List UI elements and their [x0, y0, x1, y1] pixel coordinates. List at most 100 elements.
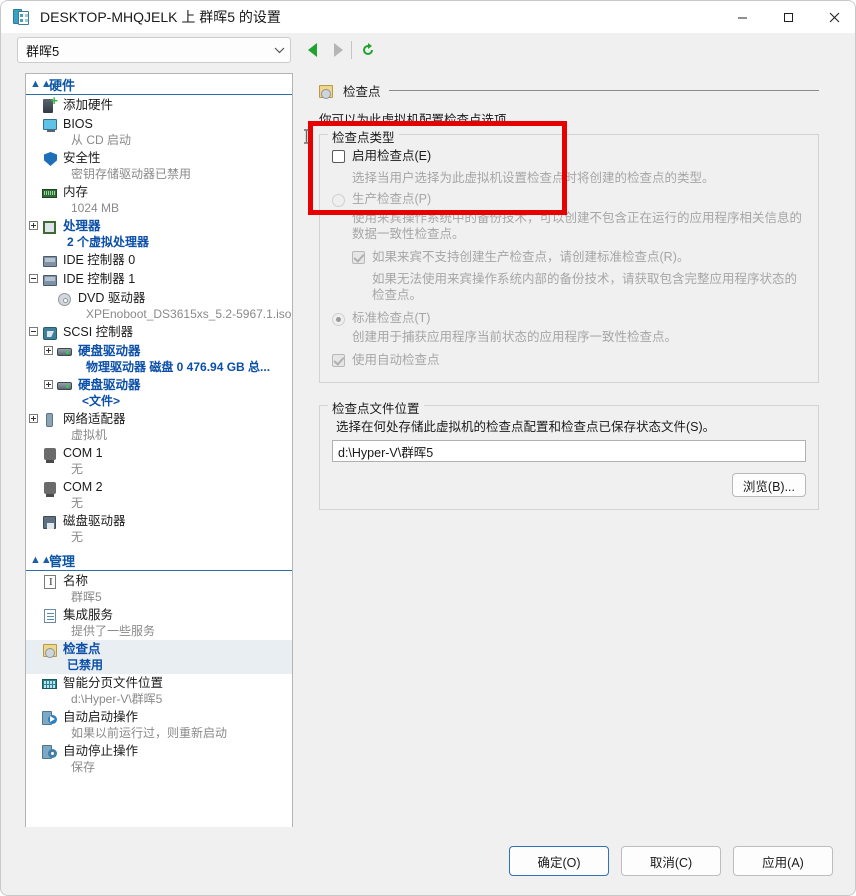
tree-item-dvd-drive[interactable]: DVD 驱动器 XPEnoboot_DS3615xs_5.2-5967.1.is… [26, 289, 292, 323]
ide-controller-icon [41, 253, 59, 269]
tree-item-floppy-drive[interactable]: 磁盘驱动器 无 [26, 512, 292, 546]
toolbar-separator [351, 41, 352, 59]
settings-tree[interactable]: ▲▲ 硬件 添加硬件 BIOS 从 CD 启动 安全性 密钥存储驱动器已禁用 [25, 73, 293, 829]
bios-icon [41, 117, 59, 133]
tree-item-automatic-stop-action[interactable]: 自动停止操作 保存 [26, 742, 292, 776]
tree-item-sublabel: 提供了一些服务 [71, 624, 156, 638]
standard-checkpoint-row[interactable]: 标准检查点(T) [332, 311, 806, 326]
production-checkpoint-radio[interactable] [332, 194, 345, 207]
tree-item-name[interactable]: 名称 群晖5 [26, 572, 292, 606]
expander-plus-icon[interactable] [41, 377, 56, 389]
expander-plus-icon[interactable] [41, 343, 56, 355]
window-controls [719, 1, 855, 33]
expander-plus-icon[interactable] [26, 218, 41, 230]
close-button[interactable] [811, 1, 855, 33]
expander-minus-icon[interactable] [26, 271, 41, 283]
production-checkpoint-description: 使用来宾操作系统中的备份技术，可以创建不包含正在运行的应用程序相关信息的数据一致… [352, 211, 803, 241]
tree-item-label: 添加硬件 [63, 98, 114, 112]
vm-selector-value: 群晖5 [26, 43, 60, 59]
enable-checkpoints-row[interactable]: 启用检查点(E) [332, 149, 806, 164]
fallback-standard-row[interactable]: 如果来宾不支持创建生产检查点，请创建标准检查点(R)。 [352, 250, 806, 265]
tree-group-label: 硬件 [49, 77, 76, 93]
standard-checkpoint-radio[interactable] [332, 313, 345, 326]
enable-checkpoints-checkbox[interactable] [332, 150, 345, 163]
ide-controller-icon [41, 272, 59, 288]
tree-item-label: 检查点 [63, 642, 101, 656]
expander-minus-icon[interactable] [26, 324, 41, 336]
tree-item-ide-controller-0[interactable]: IDE 控制器 0 [26, 251, 292, 270]
apply-button[interactable]: 应用(A) [733, 846, 833, 876]
processor-icon [41, 219, 59, 235]
page-description: 你可以为此虚拟机配置检查点选项。 [319, 113, 520, 127]
tree-item-processor[interactable]: 处理器 2 个虚拟处理器 [26, 217, 292, 251]
browse-button[interactable]: 浏览(B)... [731, 473, 806, 497]
tree-item-ide-controller-1[interactable]: IDE 控制器 1 [26, 270, 292, 289]
com-port-icon [41, 480, 59, 497]
tree-content: ▲▲ 硬件 添加硬件 BIOS 从 CD 启动 安全性 密钥存储驱动器已禁用 [26, 74, 292, 776]
tree-item-sublabel: 无 [71, 530, 84, 544]
refresh-button[interactable] [357, 39, 379, 61]
back-arrow-icon [307, 43, 317, 57]
standard-checkpoint-label: 标准检查点(T) [352, 311, 431, 325]
dvd-drive-icon [56, 291, 74, 307]
tree-item-com-2[interactable]: COM 2 无 [26, 478, 292, 512]
tree-item-label: 智能分页文件位置 [63, 676, 164, 690]
tree-item-sublabel: 从 CD 启动 [71, 133, 132, 147]
fallback-standard-checkbox[interactable] [352, 251, 365, 264]
tree-item-add-hardware[interactable]: 添加硬件 [26, 96, 292, 115]
memory-icon [41, 185, 59, 201]
name-icon [41, 574, 59, 590]
maximize-button[interactable] [765, 1, 811, 33]
tree-item-sublabel: 已禁用 [67, 658, 104, 672]
expander-plus-icon[interactable] [26, 411, 41, 423]
checkpoints-icon [317, 83, 335, 99]
scsi-controller-icon [41, 325, 59, 341]
tree-group-hardware[interactable]: ▲▲ 硬件 [26, 74, 292, 95]
tree-item-com-1[interactable]: COM 1 无 [26, 444, 292, 478]
ok-button[interactable]: 确定(O) [509, 846, 609, 876]
security-shield-icon [41, 151, 59, 167]
auto-start-icon [41, 710, 59, 726]
section-header: 检查点 [317, 81, 819, 100]
tree-group-management[interactable]: ▲▲ 管理 [26, 550, 292, 571]
vm-settings-icon [13, 8, 31, 26]
tree-item-label: SCSI 控制器 [63, 325, 134, 339]
tree-item-hard-drive-physical[interactable]: 硬盘驱动器 物理驱动器 磁盘 0 476.94 GB 总... [26, 342, 292, 376]
back-button[interactable] [301, 39, 323, 61]
tree-item-label: BIOS [63, 117, 93, 131]
checkpoint-path-input[interactable]: d:\Hyper-V\群晖5 [332, 440, 806, 462]
use-automatic-checkpoints-checkbox[interactable] [332, 354, 345, 367]
standard-checkpoint-description: 创建用于捕获应用程序当前状态的应用程序一致性检查点。 [352, 330, 678, 344]
tree-item-automatic-start-action[interactable]: 自动启动操作 如果以前运行过，则重新启动 [26, 708, 292, 742]
header-divider [388, 90, 819, 91]
use-automatic-checkpoints-row[interactable]: 使用自动检查点 [332, 353, 806, 368]
tree-item-checkpoints[interactable]: 检查点 已禁用 [26, 640, 292, 674]
tree-item-label: IDE 控制器 0 [63, 253, 136, 267]
forward-button[interactable] [327, 39, 349, 61]
tree-item-smart-paging[interactable]: 智能分页文件位置 d:\Hyper-V\群晖5 [26, 674, 292, 708]
tree-item-integration-services[interactable]: 集成服务 提供了一些服务 [26, 606, 292, 640]
checkpoint-file-location-group: 检查点文件位置 选择在何处存储此虚拟机的检查点配置和检查点已保存状态文件(S)。… [319, 398, 819, 510]
tree-item-network-adapter[interactable]: 网络适配器 虚拟机 [26, 410, 292, 444]
tree-item-security[interactable]: 安全性 密钥存储驱动器已禁用 [26, 149, 292, 183]
enable-checkpoints-label: 启用检查点(E) [352, 149, 432, 163]
tree-item-hard-drive-file[interactable]: 硬盘驱动器 <文件> [26, 376, 292, 410]
use-automatic-checkpoints-label: 使用自动检查点 [352, 353, 440, 367]
cancel-button[interactable]: 取消(C) [621, 846, 721, 876]
page-title: 检查点 [343, 85, 381, 99]
tree-item-bios[interactable]: BIOS 从 CD 启动 [26, 115, 292, 149]
checkpoint-type-group: 检查点类型 启用检查点(E) 选择当用户选择为此虚拟机设置检查点时将创建的检查点… [319, 127, 819, 383]
vm-selector-dropdown[interactable]: 群晖5 [17, 37, 291, 63]
tree-item-label: 硬盘驱动器 [78, 378, 141, 392]
tree-item-scsi-controller[interactable]: SCSI 控制器 [26, 323, 292, 342]
minimize-button[interactable] [719, 1, 765, 33]
tree-item-label: 名称 [63, 574, 89, 588]
checkpoints-icon [41, 642, 59, 658]
collapse-chevron-icon: ▲▲ [30, 78, 52, 90]
tree-item-label: DVD 驱动器 [78, 291, 146, 305]
tree-item-label: 网络适配器 [63, 412, 126, 426]
add-hardware-icon [41, 96, 59, 114]
production-checkpoint-row[interactable]: 生产检查点(P) [332, 192, 806, 207]
tree-item-label: 安全性 [63, 151, 101, 165]
tree-item-memory[interactable]: 内存 1024 MB [26, 183, 292, 217]
